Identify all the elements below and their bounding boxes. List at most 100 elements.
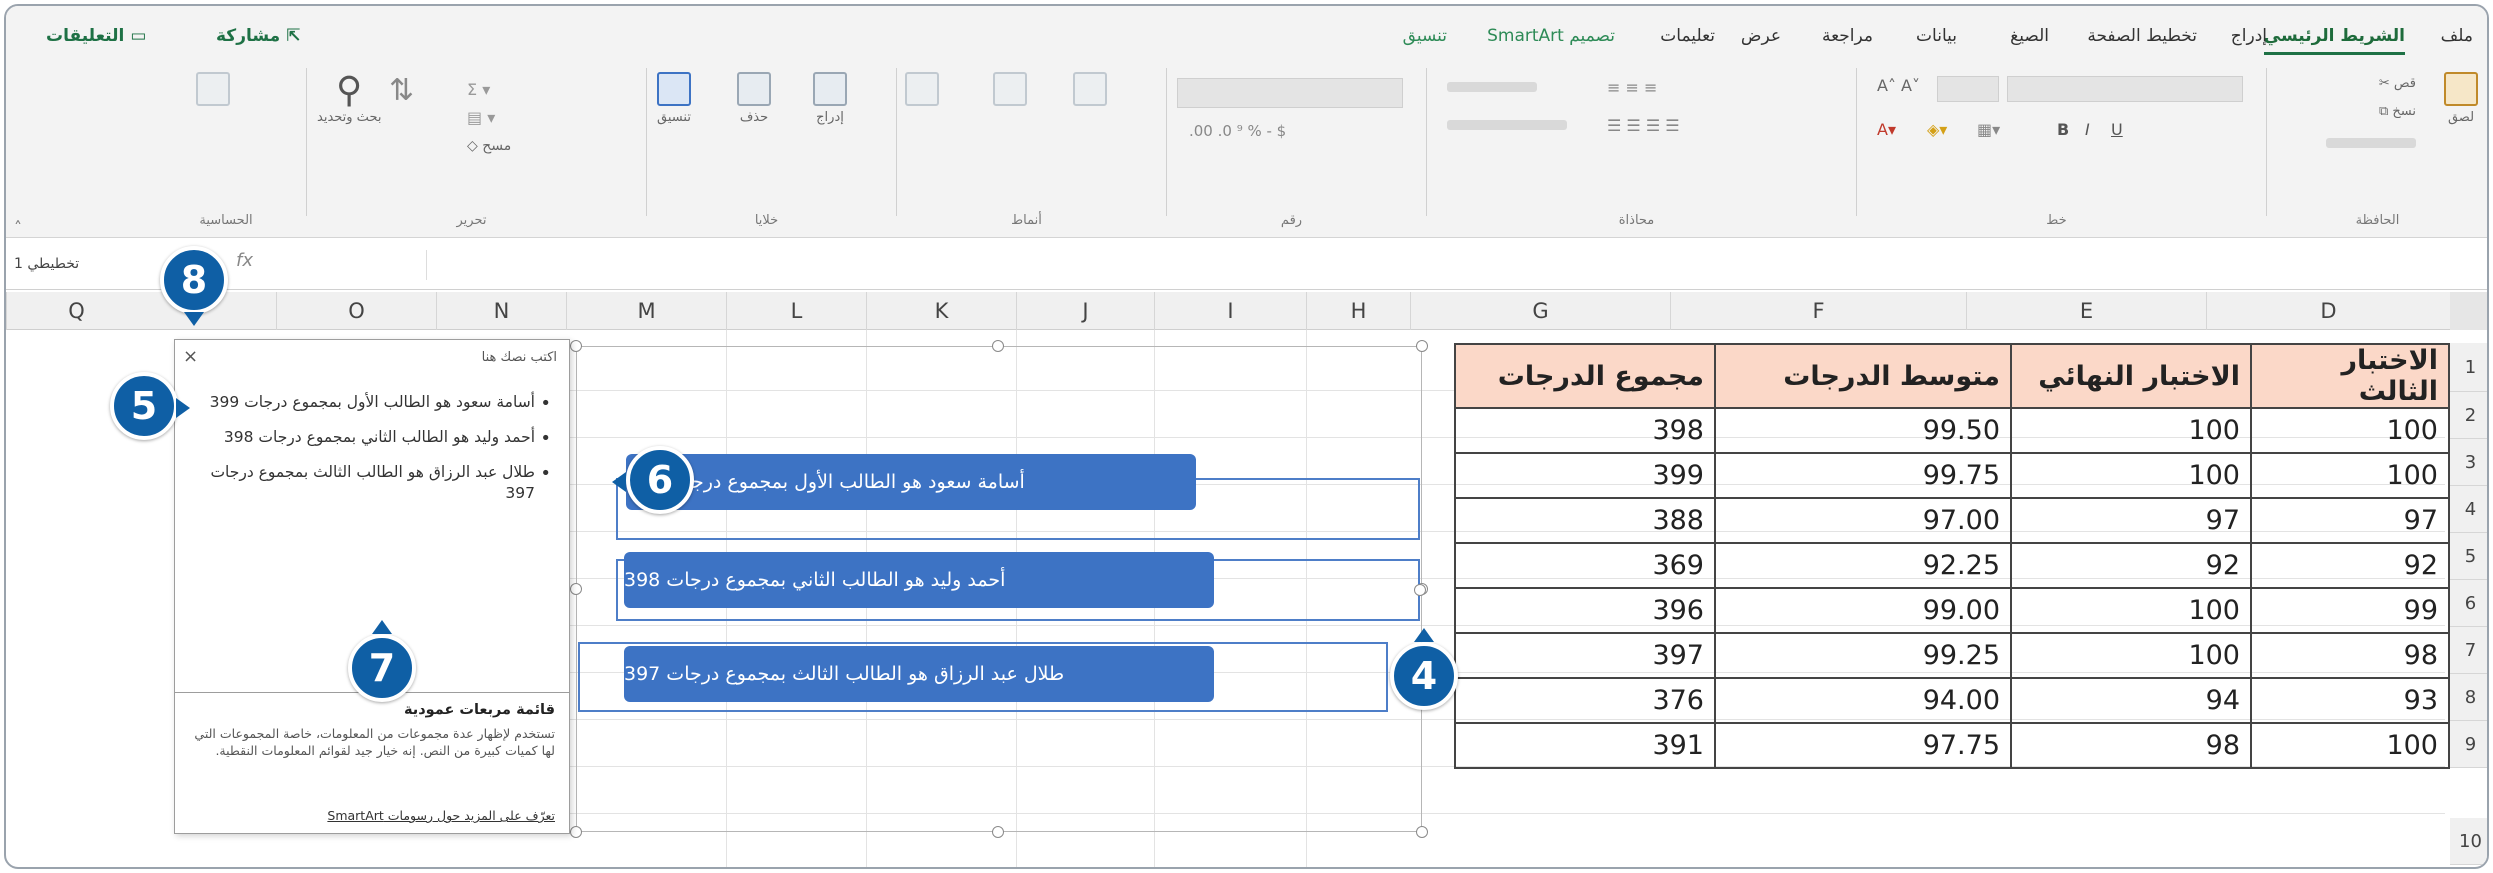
fill-button[interactable]: ▤ ▾ xyxy=(467,108,495,127)
resize-handle[interactable] xyxy=(1414,584,1426,596)
formula-input[interactable] xyxy=(426,250,2467,280)
delete-button[interactable]: حذف xyxy=(737,72,771,125)
cut-button[interactable]: ✂ قص xyxy=(2379,76,2416,91)
column-header-e[interactable]: E xyxy=(1966,292,2206,330)
resize-handle[interactable] xyxy=(570,340,582,352)
row-header-2[interactable]: 2 xyxy=(2450,392,2487,439)
row-header-4[interactable]: 4 xyxy=(2450,486,2487,533)
fill-color-button[interactable]: ◈▾ xyxy=(1927,120,1947,139)
column-header-m[interactable]: M xyxy=(566,292,726,330)
header-cell-average[interactable]: متوسط الدرجات xyxy=(1714,343,2012,409)
cell[interactable]: 397 xyxy=(1454,632,1716,679)
cell[interactable]: 92 xyxy=(2010,542,2252,589)
autosum-button[interactable]: Σ ▾ xyxy=(467,80,490,99)
resize-handle[interactable] xyxy=(570,583,582,595)
cell[interactable]: 376 xyxy=(1454,677,1716,724)
font-name-select[interactable] xyxy=(2007,76,2243,102)
underline-button[interactable]: U xyxy=(2111,120,2123,139)
cell[interactable]: 97.00 xyxy=(1714,497,2012,544)
cell[interactable]: 399 xyxy=(1454,452,1716,499)
format-as-table-button[interactable] xyxy=(993,72,1027,110)
cell[interactable]: 92.25 xyxy=(1714,542,2012,589)
column-header-q[interactable]: Q xyxy=(6,292,146,330)
cell[interactable]: 100 xyxy=(2010,587,2252,634)
cell[interactable]: 100 xyxy=(2010,452,2252,499)
copy-button[interactable]: ⧉ نسخ xyxy=(2379,104,2416,119)
align-top-icon[interactable]: ≡ ≡ ≡ xyxy=(1607,78,1657,97)
resize-handle[interactable] xyxy=(1416,340,1428,352)
header-cell-final-exam[interactable]: الاختبار النهائي xyxy=(2010,343,2252,409)
comments-button[interactable]: ▭ التعليقات xyxy=(46,20,146,52)
column-header-k[interactable]: K xyxy=(866,292,1016,330)
tab-file[interactable]: ملف xyxy=(2441,26,2473,46)
cell[interactable]: 396 xyxy=(1454,587,1716,634)
tab-format[interactable]: تنسيق xyxy=(1403,26,1447,46)
learn-more-link[interactable]: تعرّف على المزيد حول رسومات SmartArt xyxy=(327,808,555,823)
cell[interactable]: 94 xyxy=(2010,677,2252,724)
smartart-box-2[interactable]: أحمد وليد هو الطالب الثاني بمجموع درجات … xyxy=(624,552,1214,608)
cell[interactable]: 97.75 xyxy=(1714,722,2012,769)
cell[interactable]: 99 xyxy=(2250,587,2450,634)
resize-handle[interactable] xyxy=(992,826,1004,838)
tab-view[interactable]: عرض xyxy=(1741,26,1781,46)
share-button[interactable]: ⇱ مشاركة xyxy=(216,20,300,52)
list-item[interactable]: طلال عبد الرزاق هو الطالب الثالث بمجموع … xyxy=(205,462,551,504)
resize-handle[interactable] xyxy=(570,826,582,838)
cell[interactable]: 99.25 xyxy=(1714,632,2012,679)
bold-button[interactable]: B xyxy=(2057,120,2069,139)
cell[interactable]: 100 xyxy=(2250,407,2450,454)
cell[interactable]: 98 xyxy=(2010,722,2252,769)
column-header-i[interactable]: I xyxy=(1154,292,1306,330)
resize-handle[interactable] xyxy=(1416,826,1428,838)
tab-insert[interactable]: إدراج xyxy=(2231,26,2267,46)
column-header-n[interactable]: N xyxy=(436,292,566,330)
close-icon[interactable]: × xyxy=(183,346,198,367)
cell[interactable]: 100 xyxy=(2250,452,2450,499)
smartart-box-3[interactable]: طلال عبد الرزاق هو الطالب الثالث بمجموع … xyxy=(624,646,1214,702)
italic-button[interactable]: I xyxy=(2085,120,2090,139)
row-header-10[interactable]: 10 xyxy=(2450,818,2487,865)
header-cell-third-exam[interactable]: الاختبار الثالث xyxy=(2250,343,2450,409)
align-left-icon[interactable]: ☰ ☰ ☰ ☰ xyxy=(1607,116,1680,135)
cell[interactable]: 369 xyxy=(1454,542,1716,589)
cell[interactable]: 391 xyxy=(1454,722,1716,769)
cell[interactable]: 93 xyxy=(2250,677,2450,724)
header-cell-total[interactable]: مجموع الدرجات xyxy=(1454,343,1716,409)
name-box[interactable]: تخطيطي 1 xyxy=(8,248,138,280)
merge-center-button[interactable] xyxy=(1447,120,1567,130)
tab-data[interactable]: بيانات xyxy=(1916,26,1957,46)
cell[interactable]: 99.75 xyxy=(1714,452,2012,499)
column-header-d[interactable]: D xyxy=(2206,292,2450,330)
insert-button[interactable]: إدراج xyxy=(813,72,847,125)
font-color-button[interactable]: A▾ xyxy=(1877,120,1896,139)
borders-button[interactable]: ▦▾ xyxy=(1977,120,2000,139)
conditional-formatting-button[interactable] xyxy=(905,72,939,110)
row-header-6[interactable]: 6 xyxy=(2450,580,2487,627)
column-header-o[interactable]: O xyxy=(276,292,436,330)
number-format-icons[interactable]: .00 .0 ⁹ % - $ xyxy=(1189,122,1286,140)
paste-button[interactable]: لصق xyxy=(2444,72,2478,125)
number-format-select[interactable] xyxy=(1177,78,1403,108)
fx-button[interactable]: fx xyxy=(236,250,253,271)
cell[interactable]: 99.00 xyxy=(1714,587,2012,634)
column-header-l[interactable]: L xyxy=(726,292,866,330)
sensitivity-button[interactable] xyxy=(196,72,230,110)
format-button[interactable]: تنسيق xyxy=(657,72,691,125)
font-size-select[interactable] xyxy=(1937,76,1999,102)
row-header-1[interactable]: 1 xyxy=(2450,343,2487,392)
tab-page-layout[interactable]: تخطيط الصفحة xyxy=(2087,26,2197,46)
cell[interactable]: 100 xyxy=(2010,407,2252,454)
list-item[interactable]: أحمد وليد هو الطالب الثاني بمجموع درجات … xyxy=(205,427,551,451)
cell[interactable]: 99.50 xyxy=(1714,407,2012,454)
column-header-h[interactable]: H xyxy=(1306,292,1410,330)
column-header-j[interactable]: J xyxy=(1016,292,1154,330)
clear-button[interactable]: ◇ مسح xyxy=(467,138,511,154)
cell[interactable]: 97 xyxy=(2010,497,2252,544)
tab-help[interactable]: تعليمات xyxy=(1660,26,1715,46)
format-painter-button[interactable] xyxy=(2326,138,2416,148)
cell-styles-button[interactable] xyxy=(1073,72,1107,110)
cell[interactable]: 100 xyxy=(2010,632,2252,679)
tab-home[interactable]: الشريط الرئيسي xyxy=(2263,26,2405,55)
cell[interactable]: 98 xyxy=(2250,632,2450,679)
font-grow-icon[interactable]: A˄ A˅ xyxy=(1877,76,1920,95)
